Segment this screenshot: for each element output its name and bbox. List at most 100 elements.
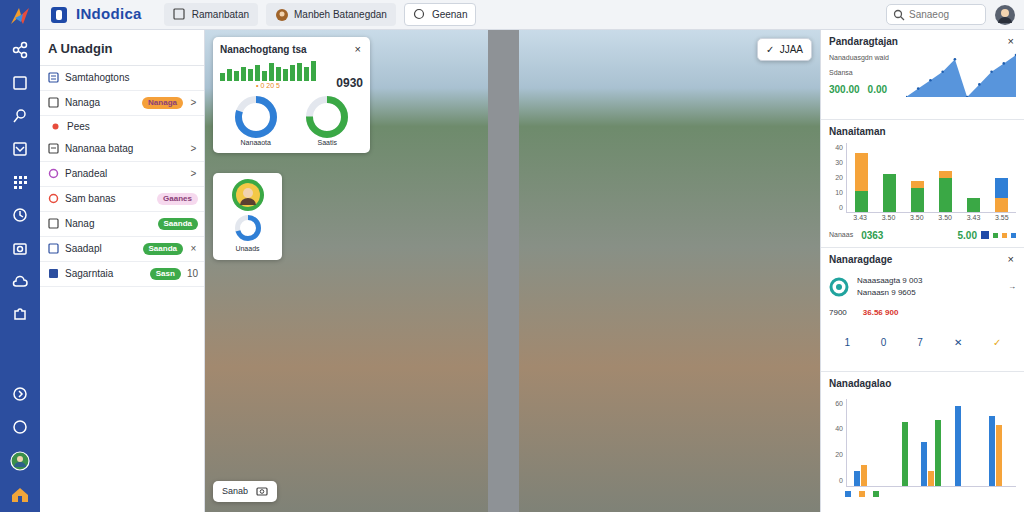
grid-icon[interactable] bbox=[11, 173, 29, 191]
chart-bar bbox=[227, 69, 232, 81]
stacked-chart-section: Nanaitaman4030201003.433.503.503.503.433… bbox=[821, 120, 1024, 248]
profile-card: Unaads bbox=[213, 173, 282, 260]
summary-line: Sdansa bbox=[829, 68, 889, 79]
glyph-button[interactable]: 1 bbox=[844, 335, 850, 350]
puzzle-icon[interactable] bbox=[11, 305, 29, 323]
card-header-row: Nanachogtang tsa × bbox=[220, 42, 363, 57]
glyph-button[interactable]: 0 bbox=[881, 335, 887, 350]
donut-track bbox=[238, 99, 273, 134]
clock-icon[interactable] bbox=[11, 206, 29, 224]
main-area: INdodicaRamanbatanManbeh BatanegdanGeena… bbox=[40, 0, 1024, 512]
glyph-button[interactable]: ✓ bbox=[993, 335, 1001, 350]
arrow-icon[interactable] bbox=[11, 385, 29, 403]
sidebar-item[interactable]: NanagaNanaga> bbox=[40, 91, 204, 116]
summary-row: Nanaduasgdn waidSdansa300.000.00 bbox=[829, 53, 1016, 97]
left-panel: A UnadginSamtahogtonsNanagaNanaga>PeesNa… bbox=[40, 30, 205, 512]
donut-chart bbox=[306, 96, 348, 138]
close-button[interactable]: × bbox=[1006, 36, 1016, 47]
sidebar-item[interactable]: SagarntaiaSasn10 bbox=[40, 262, 204, 287]
logo-icon[interactable] bbox=[50, 6, 68, 24]
stat-caption: • 0 20 5 bbox=[256, 81, 280, 92]
avatar-icon[interactable] bbox=[231, 178, 265, 212]
donut-chart-svg bbox=[235, 96, 277, 138]
stacked-chart: 403020100 bbox=[829, 143, 1016, 213]
bar-segment bbox=[995, 198, 1008, 212]
tab-icon bbox=[413, 8, 427, 22]
item-icon bbox=[48, 268, 59, 279]
y-tick: 20 bbox=[829, 173, 843, 184]
list-section: Nanaragdage×Naaasaagta 9 003Nanaasn 9 96… bbox=[821, 248, 1024, 372]
mail-icon[interactable] bbox=[11, 140, 29, 158]
chart-bar bbox=[854, 471, 860, 486]
search-icon[interactable] bbox=[893, 9, 905, 21]
grouped-chart-section: Nanadagalao6040200 bbox=[821, 372, 1024, 512]
top-tab[interactable]: Ramanbatan bbox=[164, 3, 258, 26]
app: INdodicaRamanbatanManbeh BatanegdanGeena… bbox=[0, 0, 1024, 512]
footer-right: 5.00 bbox=[958, 228, 1016, 243]
stats-card: Nanachogtang tsa×• 0 20 50930NanaaotaSaa… bbox=[213, 37, 370, 153]
glyph-button[interactable]: ✕ bbox=[954, 335, 962, 350]
item-icon bbox=[48, 72, 59, 83]
y-tick: 60 bbox=[829, 399, 843, 410]
card-title: Nanachogtang tsa bbox=[220, 42, 307, 57]
close-button[interactable]: × bbox=[353, 44, 363, 55]
stacked-bar bbox=[911, 143, 924, 212]
stacked-bar bbox=[967, 143, 980, 212]
list-row[interactable]: Naaasaagta 9 003Nanaasn 9 9605→ bbox=[829, 275, 1016, 299]
y-tick: 40 bbox=[829, 143, 843, 154]
square-icon[interactable] bbox=[11, 74, 29, 92]
location-chip[interactable]: Sanab bbox=[213, 481, 277, 503]
sidebar-item[interactable]: Sam banasGaanes bbox=[40, 187, 204, 212]
donut-color bbox=[310, 99, 345, 134]
sidebar-list: SamtahogtonsNanagaNanaga>PeesNananaa bat… bbox=[40, 66, 204, 287]
item-icon bbox=[48, 243, 59, 254]
grouped-chart: 6040200 bbox=[829, 399, 1016, 487]
tab-icon bbox=[275, 8, 289, 22]
share-icon[interactable] bbox=[11, 41, 29, 59]
stat-value: 0930 bbox=[336, 74, 363, 92]
chart-bar bbox=[921, 442, 927, 486]
sidebar-item[interactable]: Samtahogtons bbox=[40, 66, 204, 91]
chart-bar bbox=[276, 67, 281, 81]
arrow-glyph[interactable]: → bbox=[1008, 281, 1016, 293]
sidebar-item[interactable]: Nananaa batag > bbox=[40, 137, 204, 162]
home-icon[interactable] bbox=[10, 486, 30, 504]
action-label: JJAA bbox=[780, 42, 803, 57]
item-trail[interactable]: > bbox=[189, 95, 198, 110]
top-bar: INdodicaRamanbatanManbeh BatanegdanGeena… bbox=[40, 0, 1024, 30]
sidebar-item[interactable]: Pees bbox=[40, 116, 204, 137]
camera-icon[interactable] bbox=[11, 239, 29, 257]
sidebar-item[interactable]: Panadeal> bbox=[40, 162, 204, 187]
action-button[interactable]: ✓JJAA bbox=[757, 38, 812, 61]
item-label: Nananaa batag bbox=[65, 141, 183, 156]
search-input[interactable] bbox=[909, 7, 979, 22]
circle-icon[interactable] bbox=[11, 418, 29, 436]
item-trail[interactable]: > bbox=[189, 141, 198, 156]
camera-icon[interactable] bbox=[256, 485, 268, 497]
avatar-icon[interactable] bbox=[10, 451, 30, 471]
user-avatar-icon[interactable] bbox=[994, 4, 1016, 26]
item-icon bbox=[48, 97, 59, 108]
search-doc-icon[interactable] bbox=[11, 107, 29, 125]
amount: 7900 bbox=[829, 307, 847, 319]
sidebar-item[interactable]: SaadaplSaanda× bbox=[40, 237, 204, 262]
series-swatch bbox=[993, 233, 998, 238]
x-tick: 3.55 bbox=[995, 213, 1009, 224]
logo-icon[interactable] bbox=[9, 6, 31, 26]
item-trail[interactable]: 10 bbox=[187, 266, 198, 281]
item-label: Sam banas bbox=[65, 191, 151, 206]
chart-bar bbox=[989, 416, 995, 486]
item-trail[interactable]: × bbox=[189, 241, 198, 256]
item-trail[interactable]: > bbox=[189, 166, 198, 181]
mini-bar-chart bbox=[220, 61, 316, 81]
cloud-icon[interactable] bbox=[11, 272, 29, 290]
panel-title: A Unadgin bbox=[40, 30, 204, 66]
chart-bar bbox=[241, 67, 246, 81]
donut-chart bbox=[235, 96, 277, 138]
glyph-button[interactable]: 7 bbox=[917, 335, 923, 350]
chart-bar bbox=[234, 71, 239, 81]
close-button[interactable]: × bbox=[1006, 254, 1016, 265]
sidebar-item[interactable]: NanagSaanda bbox=[40, 212, 204, 237]
top-tab[interactable]: Geenan bbox=[404, 3, 477, 26]
top-tab[interactable]: Manbeh Batanegdan bbox=[266, 3, 396, 26]
